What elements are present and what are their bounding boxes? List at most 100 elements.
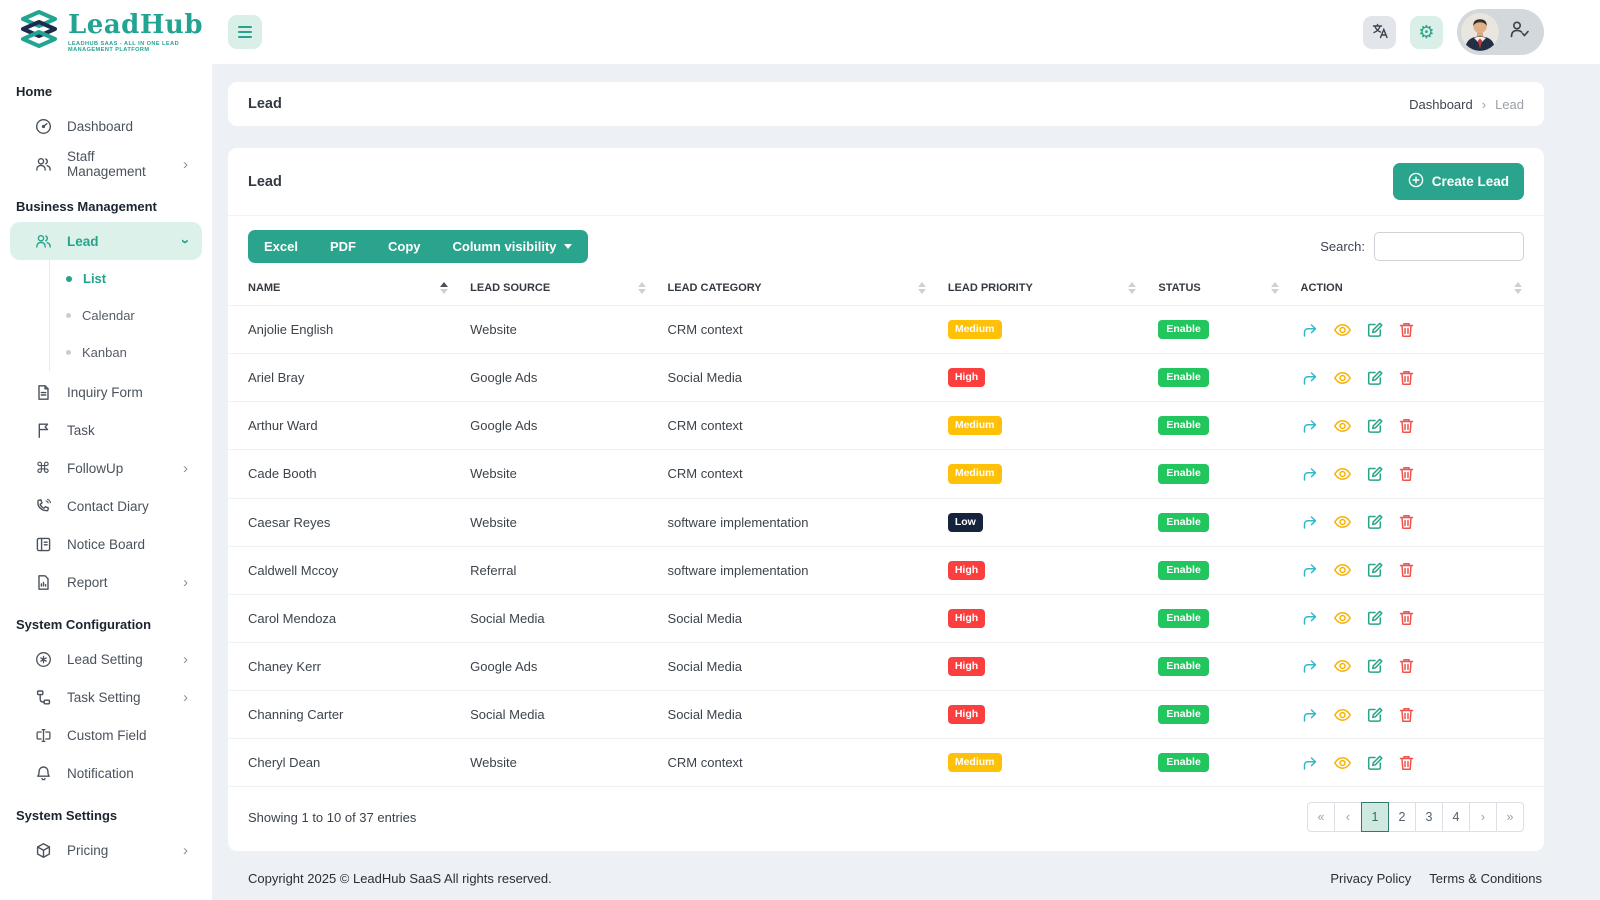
lead-name-cell: Cade Booth [228, 449, 471, 498]
sidebar-item-task[interactable]: Task [10, 411, 202, 449]
edit-pencil-icon[interactable] [1366, 417, 1384, 435]
convert-arrow-icon[interactable] [1301, 706, 1319, 724]
delete-trash-icon[interactable] [1398, 369, 1415, 387]
lead-name-cell: Ariel Bray [228, 353, 471, 402]
sidebar-item-dashboard[interactable]: Dashboard [10, 107, 202, 145]
search-input[interactable] [1374, 232, 1524, 261]
sidebar-item-lead[interactable]: Lead › [10, 222, 202, 260]
sidebar-item-lead-setting[interactable]: Lead Setting › [10, 640, 202, 678]
pagination-last-button[interactable]: » [1496, 802, 1524, 833]
column-header-action[interactable]: ACTION [1301, 275, 1545, 306]
edit-pencil-icon[interactable] [1366, 465, 1384, 483]
delete-trash-icon[interactable] [1398, 609, 1415, 627]
breadcrumb-dashboard-link[interactable]: Dashboard [1409, 97, 1473, 112]
sidebar-item-pricing[interactable]: Pricing › [10, 831, 202, 869]
delete-trash-icon[interactable] [1398, 321, 1415, 339]
edit-pencil-icon[interactable] [1366, 754, 1384, 772]
breadcrumb-bar: Lead Dashboard › Lead [228, 82, 1544, 126]
sidebar-subitem-kanban[interactable]: Kanban [50, 334, 212, 371]
priority-badge: High [947, 656, 986, 676]
sidebar-item-custom-field[interactable]: Custom Field [10, 716, 202, 754]
column-header-lead-priority[interactable]: LEAD PRIORITY [948, 275, 1159, 306]
column-header-name[interactable]: NAME [228, 275, 470, 306]
delete-trash-icon[interactable] [1398, 513, 1415, 531]
sidebar-navigation: Home Dashboard Staff Management › Busine… [0, 64, 212, 900]
convert-arrow-icon[interactable] [1301, 465, 1319, 483]
pagination-prev-button[interactable]: ‹ [1334, 802, 1362, 833]
terms-conditions-link[interactable]: Terms & Conditions [1429, 871, 1542, 886]
delete-trash-icon[interactable] [1398, 465, 1415, 483]
export-copy-button[interactable]: Copy [372, 230, 437, 263]
view-eye-icon[interactable] [1333, 369, 1352, 387]
view-eye-icon[interactable] [1333, 417, 1352, 435]
view-eye-icon[interactable] [1333, 465, 1352, 483]
edit-pencil-icon[interactable] [1366, 609, 1384, 627]
breadcrumb-separator-icon: › [1481, 96, 1487, 112]
pagination-page-3[interactable]: 3 [1415, 802, 1443, 833]
export-pdf-button[interactable]: PDF [314, 230, 372, 263]
view-eye-icon[interactable] [1333, 609, 1352, 627]
convert-arrow-icon[interactable] [1301, 321, 1319, 339]
lead-action-cell [1300, 641, 1544, 691]
convert-arrow-icon[interactable] [1301, 561, 1319, 579]
convert-arrow-icon[interactable] [1301, 369, 1319, 387]
edit-pencil-icon[interactable] [1366, 706, 1384, 724]
pagination-next-button[interactable]: › [1469, 802, 1497, 833]
convert-arrow-icon[interactable] [1301, 513, 1319, 531]
sidebar-item-task-setting[interactable]: Task Setting › [10, 678, 202, 716]
column-header-lead-source[interactable]: LEAD SOURCE [470, 275, 667, 306]
column-visibility-button[interactable]: Column visibility [436, 230, 587, 263]
pagination-first-button[interactable]: « [1307, 802, 1335, 833]
sidebar-item-contact-diary[interactable]: Contact Diary [10, 487, 202, 525]
lead-action-cell [1300, 497, 1544, 547]
edit-pencil-icon[interactable] [1366, 321, 1384, 339]
pagination-page-1[interactable]: 1 [1361, 802, 1389, 833]
hamburger-menu-button[interactable] [228, 15, 262, 49]
translate-language-button[interactable] [1363, 15, 1396, 49]
logo-layers-icon [16, 9, 62, 56]
convert-arrow-icon[interactable] [1301, 657, 1319, 675]
edit-pencil-icon[interactable] [1366, 561, 1384, 579]
delete-trash-icon[interactable] [1398, 561, 1415, 579]
view-eye-icon[interactable] [1333, 657, 1352, 675]
privacy-policy-link[interactable]: Privacy Policy [1330, 871, 1411, 886]
create-lead-button[interactable]: Create Lead [1392, 163, 1524, 200]
sidebar-item-notification[interactable]: Notification [10, 754, 202, 792]
sidebar-item-staff-management[interactable]: Staff Management › [10, 145, 202, 183]
export-excel-button[interactable]: Excel [248, 230, 314, 263]
pagination-page-4[interactable]: 4 [1442, 802, 1470, 833]
brand-logo[interactable]: LeadHub LEADHUB SAAS - ALL IN ONE LEAD M… [0, 9, 212, 56]
view-eye-icon[interactable] [1333, 754, 1352, 772]
view-eye-icon[interactable] [1333, 321, 1352, 339]
delete-trash-icon[interactable] [1398, 754, 1415, 772]
table-toolbar: Excel PDF Copy Column visibility Search: [228, 216, 1544, 275]
edit-pencil-icon[interactable] [1366, 657, 1384, 675]
user-profile-menu[interactable] [1457, 9, 1544, 55]
settings-button[interactable]: ⚙ [1410, 15, 1443, 49]
sidebar-subitem-calendar[interactable]: Calendar [50, 297, 212, 334]
delete-trash-icon[interactable] [1398, 706, 1415, 724]
sidebar-item-inquiry-form[interactable]: Inquiry Form [10, 373, 202, 411]
sidebar-item-report[interactable]: Report › [10, 563, 202, 601]
view-eye-icon[interactable] [1333, 561, 1352, 579]
lead-status-cell: Enable [1158, 497, 1301, 547]
convert-arrow-icon[interactable] [1301, 417, 1319, 435]
view-eye-icon[interactable] [1333, 513, 1352, 531]
convert-arrow-icon[interactable] [1301, 609, 1319, 627]
lead-name-cell: Caesar Reyes [228, 497, 471, 547]
lead-priority-cell: High [947, 641, 1159, 691]
lead-status-cell: Enable [1158, 449, 1301, 498]
column-header-status[interactable]: STATUS [1158, 275, 1300, 306]
pagination-page-2[interactable]: 2 [1388, 802, 1416, 833]
edit-pencil-icon[interactable] [1366, 513, 1384, 531]
delete-trash-icon[interactable] [1398, 417, 1415, 435]
convert-arrow-icon[interactable] [1301, 754, 1319, 772]
sidebar-item-notice-board[interactable]: Notice Board [10, 525, 202, 563]
column-header-lead-category[interactable]: LEAD CATEGORY [668, 275, 948, 306]
sidebar-item-followup[interactable]: ⌘ FollowUp › [10, 449, 202, 487]
view-eye-icon[interactable] [1333, 706, 1352, 724]
delete-trash-icon[interactable] [1398, 657, 1415, 675]
sidebar-subitem-list[interactable]: List [50, 260, 212, 297]
edit-pencil-icon[interactable] [1366, 369, 1384, 387]
phone-icon [34, 498, 52, 515]
